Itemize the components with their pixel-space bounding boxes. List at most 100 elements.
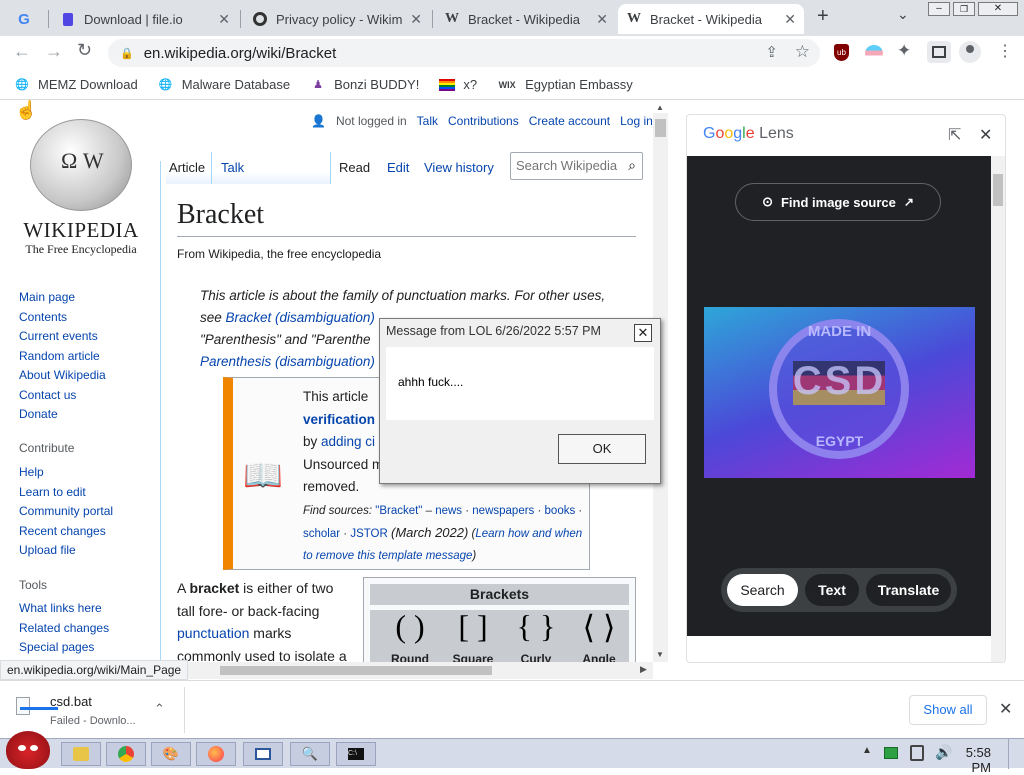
find-scholar-link[interactable]: scholar bbox=[303, 528, 340, 540]
bookmark-memz[interactable]: 🌐 MEMZ Download bbox=[14, 77, 138, 93]
wiki-search-input[interactable] bbox=[516, 158, 618, 173]
sidebar-item-what-links-here[interactable]: What links here bbox=[19, 601, 102, 615]
chevron-up-icon[interactable]: ⌃ bbox=[154, 701, 165, 717]
lens-selected-image[interactable]: MADE IN CSD EGYPT bbox=[704, 307, 975, 478]
profile-avatar-icon[interactable] bbox=[959, 41, 981, 63]
taskbar-explorer-icon[interactable] bbox=[61, 742, 101, 766]
talk-link[interactable]: Talk bbox=[417, 114, 438, 128]
dialog-close-icon[interactable]: ✕ bbox=[634, 324, 652, 342]
close-icon[interactable]: ✕ bbox=[784, 11, 796, 28]
bookmark-egyptian-embassy[interactable]: WIX Egyptian Embassy bbox=[497, 77, 633, 93]
close-icon[interactable]: ✕ bbox=[218, 11, 230, 28]
lens-translate-button[interactable]: Translate bbox=[866, 574, 951, 606]
dialog-ok-button[interactable]: OK bbox=[558, 434, 646, 464]
infobox-image[interactable]: ( ) Round [ ] Square { } Curly ⟨ ⟩ Angle bbox=[370, 608, 629, 662]
restore-button[interactable]: ❐ bbox=[953, 2, 975, 16]
bookmark-star-icon[interactable]: ☆ bbox=[795, 42, 810, 62]
show-all-button[interactable]: Show all bbox=[909, 695, 987, 725]
adding-citations-link[interactable]: adding ci bbox=[321, 434, 375, 449]
extensions-puzzle-icon[interactable]: ✦ bbox=[897, 41, 911, 61]
bookmark-malware-db[interactable]: 🌐 Malware Database bbox=[158, 77, 290, 93]
lens-close-icon[interactable]: ✕ bbox=[979, 125, 992, 145]
lens-scrollbar[interactable] bbox=[991, 156, 1005, 662]
tab-bracket-active[interactable]: W Bracket - Wikipedia ✕ bbox=[618, 4, 804, 34]
side-panel-icon[interactable] bbox=[927, 41, 951, 63]
hscroll-thumb[interactable] bbox=[220, 666, 492, 675]
tab-search-icon[interactable]: ⌄ bbox=[897, 6, 909, 23]
tab-fileio[interactable]: Download | file.io ✕ bbox=[52, 4, 238, 34]
close-window-button[interactable]: ✕ bbox=[978, 2, 1018, 16]
minimize-button[interactable]: – bbox=[928, 2, 950, 16]
sidebar-item-main-page[interactable]: Main page bbox=[19, 290, 75, 304]
lens-search-button[interactable]: Search bbox=[727, 574, 798, 606]
sidebar-item-upload-file[interactable]: Upload file bbox=[19, 543, 76, 557]
taskbar-cmd-icon[interactable]: C:\ bbox=[336, 742, 376, 766]
share-icon[interactable]: ⇪ bbox=[765, 43, 778, 61]
find-query-link[interactable]: "Bracket" bbox=[375, 505, 422, 517]
back-icon[interactable]: ← bbox=[13, 41, 31, 62]
search-icon[interactable]: ⌕ bbox=[628, 157, 636, 174]
show-desktop-button[interactable] bbox=[1008, 739, 1024, 769]
tab-edit[interactable]: Edit bbox=[387, 160, 409, 175]
sidebar-item-related-changes[interactable]: Related changes bbox=[19, 621, 109, 635]
find-jstor-link[interactable]: JSTOR bbox=[350, 528, 388, 540]
tab-article[interactable]: Article bbox=[166, 152, 212, 184]
find-image-source-button[interactable]: ⊙ Find image source ↗ bbox=[735, 183, 941, 221]
sidebar-item-special-pages[interactable]: Special pages bbox=[19, 640, 94, 654]
find-news-link[interactable]: news bbox=[435, 505, 462, 517]
reload-icon[interactable]: ↻ bbox=[77, 40, 92, 61]
create-account-link[interactable]: Create account bbox=[529, 114, 610, 128]
taskbar-firefox-icon[interactable] bbox=[196, 742, 236, 766]
lens-scroll-thumb[interactable] bbox=[993, 174, 1003, 206]
sidebar-item-help[interactable]: Help bbox=[19, 465, 44, 479]
wiki-search-box[interactable]: ⌕ bbox=[510, 152, 643, 180]
login-link[interactable]: Log in bbox=[620, 114, 653, 128]
tray-expand-icon[interactable]: ▲ bbox=[862, 745, 872, 756]
battery-icon[interactable] bbox=[884, 747, 898, 759]
download-item[interactable]: csd.bat Failed - Downlo... ⌃ bbox=[6, 687, 184, 733]
sidebar-item-contents[interactable]: Contents bbox=[19, 310, 67, 324]
sidebar-item-community-portal[interactable]: Community portal bbox=[19, 504, 113, 518]
bookmark-x[interactable]: x? bbox=[439, 77, 477, 93]
sidebar-item-donate[interactable]: Donate bbox=[19, 407, 58, 421]
close-icon[interactable]: ✕ bbox=[410, 11, 422, 28]
bracket-disambiguation-link[interactable]: Bracket (disambiguation) bbox=[226, 310, 375, 325]
contributions-link[interactable]: Contributions bbox=[448, 114, 519, 128]
tab-read[interactable]: Read bbox=[339, 160, 370, 175]
taskbar-app-icon[interactable]: 🎨 bbox=[151, 742, 191, 766]
find-newspapers-link[interactable]: newspapers bbox=[472, 505, 534, 517]
sidebar-item-random-article[interactable]: Random article bbox=[19, 349, 100, 363]
tab-talk[interactable]: Talk bbox=[212, 152, 330, 184]
bookmark-bonzi[interactable]: ♟ Bonzi BUDDY! bbox=[310, 77, 419, 93]
tab-google[interactable]: G bbox=[8, 4, 44, 34]
tab-privacy-policy[interactable]: Privacy policy - Wikim ✕ bbox=[244, 4, 430, 34]
taskbar-window-icon[interactable] bbox=[243, 742, 283, 766]
sidebar-item-current-events[interactable]: Current events bbox=[19, 329, 98, 343]
wikipedia-globe-logo[interactable]: Ω W bbox=[30, 119, 132, 211]
forward-icon[interactable]: → bbox=[45, 41, 63, 62]
close-icon[interactable]: ✕ bbox=[596, 11, 608, 28]
menu-kebab-icon[interactable]: ⋮ bbox=[997, 41, 1013, 61]
scroll-down-icon[interactable]: ▼ bbox=[656, 650, 664, 659]
sidebar-item-contact-us[interactable]: Contact us bbox=[19, 388, 76, 402]
scroll-thumb[interactable] bbox=[655, 119, 666, 137]
tab-view-history[interactable]: View history bbox=[424, 160, 494, 175]
punctuation-link[interactable]: punctuation bbox=[177, 625, 249, 641]
download-close-icon[interactable]: ✕ bbox=[999, 699, 1012, 719]
new-tab-button[interactable]: + bbox=[817, 5, 829, 28]
taskbar-chrome-icon[interactable] bbox=[106, 742, 146, 766]
scroll-up-icon[interactable]: ▲ bbox=[656, 103, 664, 112]
clock[interactable]: 5:58 PM bbox=[945, 745, 991, 775]
sidebar-item-recent-changes[interactable]: Recent changes bbox=[19, 524, 106, 538]
open-new-tab-icon[interactable]: ⇱ bbox=[948, 125, 961, 145]
address-bar[interactable]: 🔒 en.wikipedia.org/wiki/Bracket ⇪ ☆ bbox=[108, 39, 820, 67]
extension-flag-icon[interactable] bbox=[865, 45, 883, 61]
scroll-right-icon[interactable]: ▶ bbox=[640, 664, 647, 675]
taskbar-bonzi-icon[interactable]: 🔍 bbox=[290, 742, 330, 766]
tab-bracket-1[interactable]: W Bracket - Wikipedia ✕ bbox=[436, 4, 616, 34]
start-button-angry-bird-icon[interactable] bbox=[6, 731, 50, 769]
ublock-icon[interactable]: ub bbox=[834, 44, 849, 61]
network-icon[interactable] bbox=[910, 745, 924, 761]
lens-text-button[interactable]: Text bbox=[805, 574, 859, 606]
find-books-link[interactable]: books bbox=[545, 505, 576, 517]
